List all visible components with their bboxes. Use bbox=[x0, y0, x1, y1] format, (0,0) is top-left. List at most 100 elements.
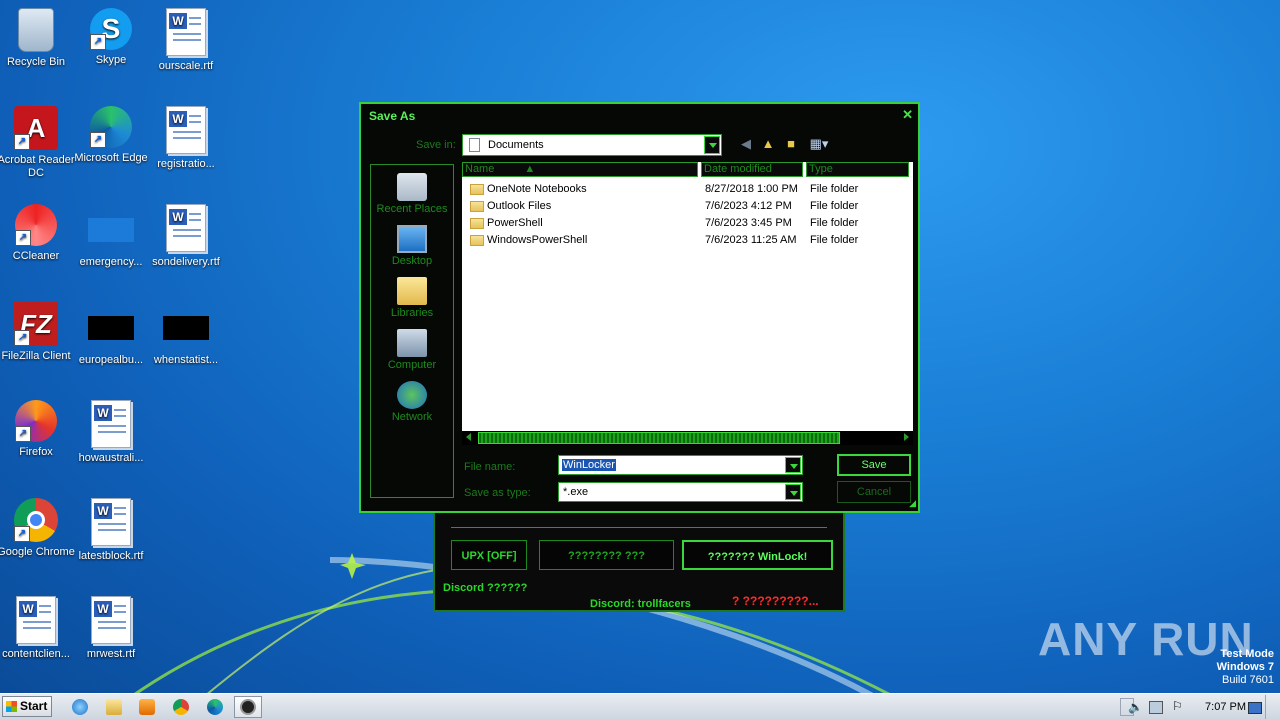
view-menu-icon[interactable]: ▦▾ bbox=[806, 136, 832, 152]
create-winlock-button[interactable]: ??????? WinLock! bbox=[682, 540, 833, 570]
place-recent[interactable]: Recent Places bbox=[371, 173, 453, 215]
windows-logo-icon bbox=[6, 701, 17, 712]
up-folder-icon[interactable]: ▲ bbox=[760, 136, 776, 152]
desktop-icon-chrome[interactable]: ↗ Google Chrome bbox=[0, 498, 75, 559]
place-label: Desktop bbox=[391, 255, 433, 267]
winlock-option-button[interactable]: ???????? ??? bbox=[539, 540, 674, 570]
folder-icon bbox=[470, 201, 484, 212]
desktop-icon-registration[interactable]: W registratio... bbox=[147, 106, 225, 171]
scroll-left-icon[interactable] bbox=[466, 433, 471, 441]
taskbar-chrome[interactable] bbox=[167, 696, 195, 718]
horizontal-scrollbar[interactable] bbox=[462, 431, 913, 445]
taskbar-winlocker[interactable] bbox=[234, 696, 262, 718]
file-row[interactable]: PowerShell 7/6/2023 3:45 PM File folder bbox=[462, 215, 913, 232]
desktop-icon-firefox[interactable]: ↗ Firefox bbox=[0, 400, 75, 459]
chevron-down-icon[interactable] bbox=[785, 484, 801, 500]
folder-icon bbox=[470, 235, 484, 246]
desktop-icon-howaustrali[interactable]: W howaustrali... bbox=[72, 400, 150, 465]
desktop-icon-contentclien[interactable]: W contentclien... bbox=[0, 596, 75, 661]
build-line: Build 7601 bbox=[1222, 674, 1274, 686]
file-row[interactable]: OneNote Notebooks 8/27/2018 1:00 PM File… bbox=[462, 181, 913, 198]
save-in-combo[interactable]: Documents bbox=[462, 134, 722, 156]
desktop-icon-label: Acrobat Reader DC bbox=[0, 154, 75, 179]
discord-handle: Discord: trollfacers bbox=[590, 598, 691, 610]
file-name-input[interactable]: WinLocker bbox=[558, 455, 803, 475]
desktop-icon-mrwest[interactable]: W mrwest.rtf bbox=[72, 596, 150, 661]
taskbar-ie[interactable] bbox=[66, 696, 94, 718]
desktop-icon-label: europealbu... bbox=[78, 354, 144, 366]
desktop-icon-sondelivery[interactable]: W sondelivery.rtf bbox=[147, 204, 225, 269]
winlock-separator bbox=[451, 527, 827, 528]
places-bar: Recent Places Desktop Libraries Computer… bbox=[370, 164, 454, 498]
column-header-date[interactable]: Date modified bbox=[701, 162, 803, 177]
taskbar-media-player[interactable] bbox=[133, 696, 161, 718]
desktop-icon-emergency[interactable]: emergency... bbox=[72, 204, 150, 269]
firefox-icon: ↗ bbox=[15, 400, 57, 442]
taskbar-explorer[interactable] bbox=[100, 696, 128, 718]
desktop-icon-europealbu[interactable]: europealbu... bbox=[72, 302, 150, 367]
place-computer[interactable]: Computer bbox=[371, 329, 453, 371]
desktop-icon-label: howaustrali... bbox=[78, 452, 144, 464]
save-as-type-select[interactable]: *.exe bbox=[558, 482, 803, 502]
column-header-name[interactable]: Name ▲ bbox=[462, 162, 698, 177]
winlocker-icon bbox=[240, 699, 256, 715]
chevron-down-icon[interactable] bbox=[704, 136, 720, 154]
network-icon[interactable] bbox=[1149, 701, 1163, 714]
desktop-icon-filezilla[interactable]: FZ ↗ FileZilla Client bbox=[0, 302, 75, 363]
place-desktop[interactable]: Desktop bbox=[371, 225, 453, 267]
file-date: 8/27/2018 1:00 PM bbox=[705, 183, 798, 195]
file-icon bbox=[163, 316, 209, 340]
place-label: Recent Places bbox=[376, 203, 448, 215]
desktop-icon-edge[interactable]: ↗ Microsoft Edge bbox=[72, 106, 150, 165]
winlock-window: UPX [OFF] ???????? ??? ??????? WinLock! … bbox=[433, 505, 845, 612]
place-network[interactable]: Network bbox=[371, 381, 453, 423]
chrome-icon: ↗ bbox=[14, 498, 58, 542]
desktop-icon-ccleaner[interactable]: ↗ CCleaner bbox=[0, 204, 75, 263]
save-button[interactable]: Save bbox=[837, 454, 911, 476]
chevron-down-icon[interactable] bbox=[785, 457, 801, 473]
file-list[interactable]: Name ▲ Date modified Type OneNote Noteboo… bbox=[462, 162, 913, 432]
desktop-icon-acrobat[interactable]: A ↗ Acrobat Reader DC bbox=[0, 106, 75, 180]
os-name-line: Windows 7 bbox=[1216, 661, 1274, 673]
volume-icon[interactable]: 🔈 bbox=[1128, 700, 1143, 714]
resize-grip-icon[interactable]: ◢ bbox=[909, 498, 916, 509]
shortcut-arrow-icon: ↗ bbox=[14, 330, 30, 346]
new-folder-icon[interactable]: ■ bbox=[783, 136, 799, 152]
close-icon[interactable]: ✕ bbox=[902, 107, 913, 123]
desktop-icon-label: ourscale.rtf bbox=[158, 60, 214, 72]
place-label: Libraries bbox=[390, 307, 434, 319]
notification-icon[interactable] bbox=[1248, 702, 1262, 714]
file-name-value: WinLocker bbox=[562, 459, 616, 471]
chrome-icon bbox=[173, 699, 189, 715]
upx-toggle-button[interactable]: UPX [OFF] bbox=[451, 540, 527, 570]
file-name: WindowsPowerShell bbox=[487, 234, 588, 246]
desktop-icon-whenstatist[interactable]: whenstatist... bbox=[147, 302, 225, 367]
start-button[interactable]: Start bbox=[2, 696, 52, 717]
desktop-icon-skype[interactable]: S ↗ Skype bbox=[72, 8, 150, 67]
place-libraries[interactable]: Libraries bbox=[371, 277, 453, 319]
show-desktop-button[interactable] bbox=[1265, 695, 1280, 719]
file-row[interactable]: Outlook Files 7/6/2023 4:12 PM File fold… bbox=[462, 198, 913, 215]
cancel-button[interactable]: Cancel bbox=[837, 481, 911, 503]
edge-icon bbox=[207, 699, 223, 715]
back-icon[interactable]: ◀ bbox=[738, 136, 754, 152]
libraries-icon bbox=[397, 277, 427, 305]
desktop-icon-ourscale[interactable]: W ourscale.rtf bbox=[147, 8, 225, 73]
desktop-icon-label: FileZilla Client bbox=[1, 350, 71, 362]
column-header-type[interactable]: Type bbox=[806, 162, 909, 177]
taskbar-edge[interactable] bbox=[201, 696, 229, 718]
desktop-icon-latestblock[interactable]: W latestblock.rtf bbox=[72, 498, 150, 563]
file-date: 7/6/2023 3:45 PM bbox=[705, 217, 792, 229]
scroll-right-icon[interactable] bbox=[904, 433, 909, 441]
clock[interactable]: 7:07 PM bbox=[1205, 701, 1246, 713]
word-document-icon: W bbox=[166, 204, 206, 252]
desktop-icon-label: Google Chrome bbox=[0, 546, 75, 558]
file-type: File folder bbox=[810, 183, 859, 195]
shortcut-arrow-icon: ↗ bbox=[90, 34, 106, 50]
file-row[interactable]: WindowsPowerShell 7/6/2023 11:25 AM File… bbox=[462, 232, 913, 249]
action-center-flag-icon[interactable]: ⚐ bbox=[1172, 699, 1183, 713]
shortcut-arrow-icon: ↗ bbox=[14, 526, 30, 542]
desktop-icon-recycle-bin[interactable]: Recycle Bin bbox=[0, 8, 75, 69]
file-icon bbox=[88, 316, 134, 340]
scrollbar-thumb[interactable] bbox=[478, 432, 840, 444]
